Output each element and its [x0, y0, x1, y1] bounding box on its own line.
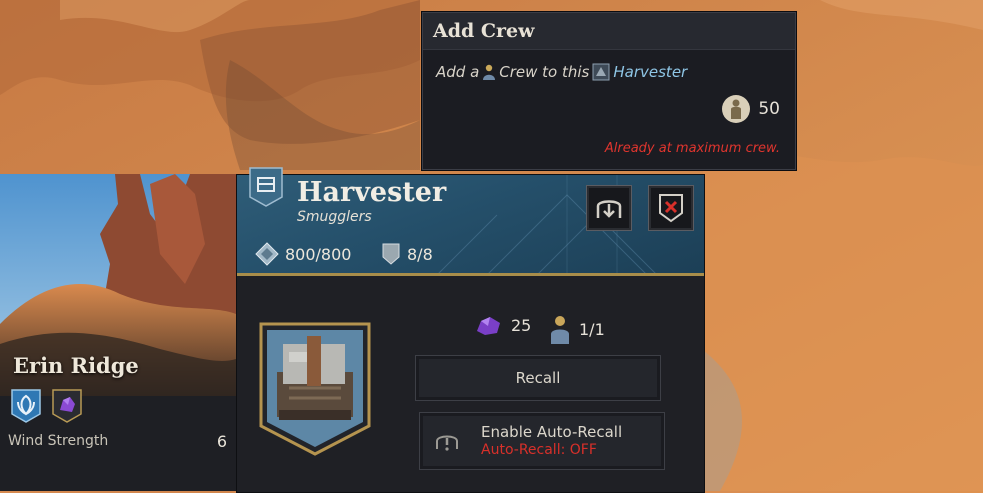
- harvester-icon: [592, 63, 610, 81]
- armor-value: 8/8: [407, 244, 433, 264]
- wind-strength-value: 6: [216, 432, 227, 451]
- armor-icon: [382, 243, 400, 265]
- health-stat: 800/800: [255, 242, 351, 266]
- recall-button[interactable]: Recall: [415, 355, 661, 401]
- harvester-link[interactable]: Harvester: [613, 63, 687, 81]
- desc-prefix: Add a: [436, 63, 480, 81]
- armor-stat: 8/8: [381, 242, 433, 266]
- desc-middle: Crew to this: [499, 63, 590, 81]
- spice-value: 25: [511, 315, 532, 335]
- max-crew-warning: Already at maximum crew.: [604, 141, 780, 156]
- unit-title: Harvester: [297, 177, 447, 208]
- wind-trap-icon[interactable]: [10, 388, 42, 424]
- crew-cost-icon: [722, 95, 751, 123]
- auto-recall-icon: [436, 435, 458, 451]
- unit-type-badge-icon: [249, 167, 283, 207]
- unit-faction: Smugglers: [297, 209, 372, 225]
- crew-count: 1/1: [549, 314, 605, 344]
- auto-recall-status: Auto-Recall: OFF: [481, 442, 597, 458]
- add-crew-tooltip: Add Crew Add a Crew to this Harvester 50…: [422, 12, 796, 170]
- disband-icon: [659, 194, 683, 223]
- unit-panel: Harvester Smugglers 800/800 8/8 25 1/1 R…: [236, 167, 705, 493]
- harvester-portrait[interactable]: [259, 322, 371, 456]
- hangar-icon: [596, 200, 622, 218]
- location-panel: Erin Ridge Wind Strength 6: [0, 174, 237, 491]
- health-icon: [255, 242, 279, 266]
- tooltip-title: Add Crew: [423, 13, 795, 50]
- tooltip-description: Add a Crew to this Harvester: [436, 63, 687, 81]
- unit-header: Harvester Smugglers 800/800 8/8: [237, 175, 704, 275]
- auto-recall-label: Enable Auto-Recall: [481, 423, 623, 441]
- unit-body: 25 1/1 Recall Enable Auto-Recall Auto-Re…: [237, 276, 704, 492]
- crew-icon: [551, 316, 569, 344]
- wind-strength-label: Wind Strength: [8, 433, 109, 449]
- disband-button[interactable]: [648, 185, 694, 231]
- health-value: 800/800: [285, 244, 352, 264]
- spice-icon[interactable]: [51, 388, 83, 424]
- spice-icon: [477, 317, 500, 335]
- crew-icon: [483, 64, 496, 80]
- crew-value: 1/1: [579, 319, 605, 339]
- spice-cargo: 25: [475, 314, 531, 336]
- crew-cost-value: 50: [758, 99, 780, 119]
- crew-cost: 50: [722, 95, 780, 123]
- location-name: Erin Ridge: [13, 353, 139, 378]
- hangar-button[interactable]: [586, 185, 632, 231]
- auto-recall-button[interactable]: Enable Auto-Recall Auto-Recall: OFF: [419, 412, 665, 470]
